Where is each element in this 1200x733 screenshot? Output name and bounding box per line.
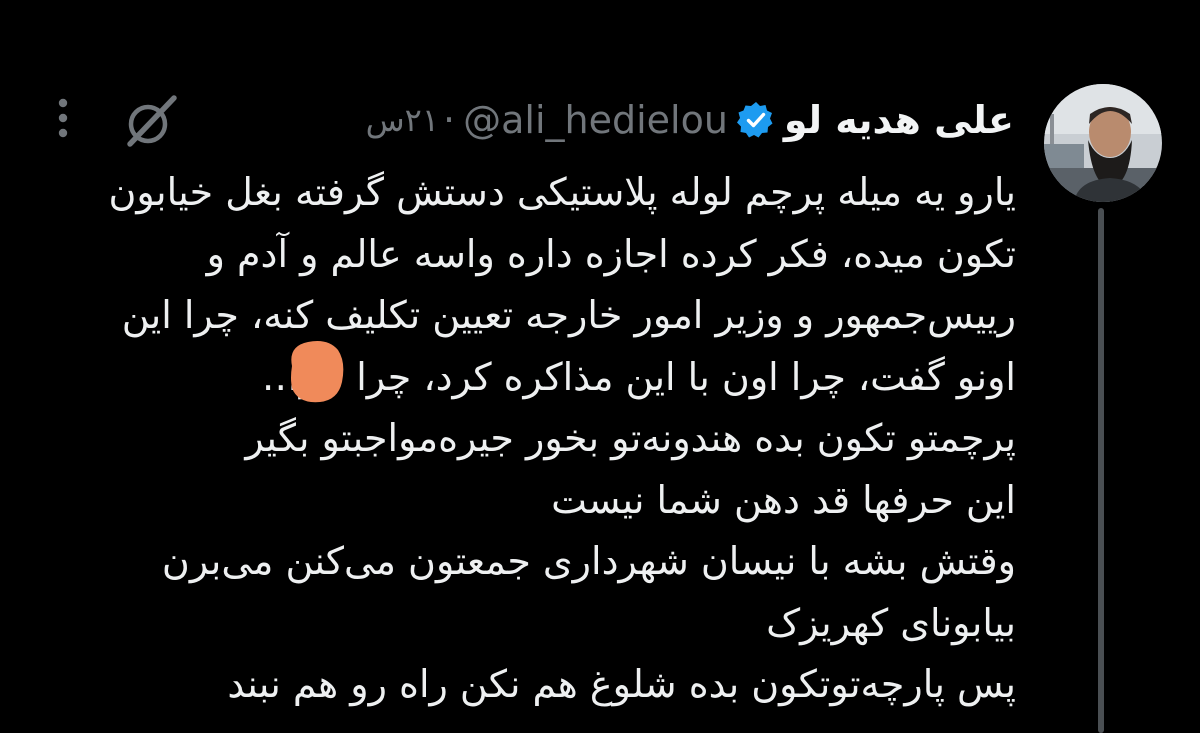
author-handle[interactable]: @ali_hedielou bbox=[463, 98, 728, 142]
tweet-timestamp[interactable]: ۲۱س bbox=[366, 101, 439, 139]
more-options-icon[interactable] bbox=[50, 96, 76, 140]
tweet-header: علی هدیه لو @ali_hedielou · ۲۱س bbox=[366, 92, 1014, 148]
tweet-text-line: بیابونای کهریزک bbox=[766, 600, 1016, 645]
tweet-text-line: تکون میده، فکر کرده اجازه داره واسه عالم… bbox=[206, 231, 1016, 276]
tweet-text: یارو یه میله پرچم لوله پلاستیکی دستش گرف… bbox=[56, 162, 1016, 716]
tweet-text-line: پرچمتو تکون بده هندونه‌تو بخور جیره‌مواج… bbox=[245, 416, 1016, 460]
avatar-photo bbox=[1044, 84, 1162, 202]
redaction-mark bbox=[284, 336, 348, 408]
tweet-text-line: رییس‌جمهور و وزیر امور خارجه تعیین تکلیف… bbox=[121, 293, 1016, 337]
tweet-text-line: این حرفها قد دهن شما نیست bbox=[551, 477, 1016, 522]
tweet-text-line: یارو یه میله پرچم لوله پلاستیکی دستش گرف… bbox=[108, 170, 1016, 214]
tweet-text-line: پس پارچه‌توتکون بده شلوغ هم نکن راه رو ه… bbox=[227, 662, 1016, 706]
avatar[interactable] bbox=[1044, 84, 1162, 202]
author-display-name[interactable]: علی هدیه لو bbox=[784, 98, 1014, 142]
tweet-text-line: اونو گفت، چرا اون با این مذاکره کرد، چرا… bbox=[261, 354, 1016, 399]
separator-dot: · bbox=[443, 98, 456, 142]
tweet-card[interactable]: علی هدیه لو @ali_hedielou · ۲۱س یارو یه … bbox=[0, 0, 1200, 733]
grok-icon[interactable] bbox=[118, 90, 182, 154]
tweet-text-line: وقتش بشه با نیسان شهرداری جمعتون می‌کنن … bbox=[161, 539, 1016, 583]
thread-connector-line bbox=[1098, 208, 1104, 733]
verified-badge-icon[interactable] bbox=[736, 100, 776, 140]
